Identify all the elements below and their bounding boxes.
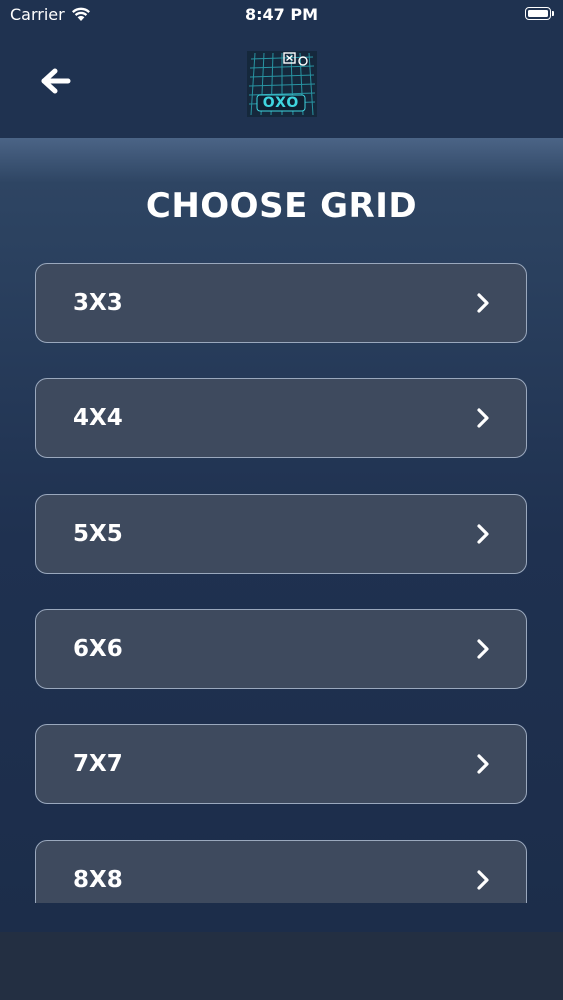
grid-option-4x4[interactable]: 4X4 bbox=[35, 378, 527, 458]
chevron-right-icon bbox=[476, 523, 490, 545]
bottom-bar bbox=[0, 932, 563, 1000]
chevron-right-icon bbox=[476, 753, 490, 775]
grid-option-list: 3X3 4X4 5X5 6X6 7X7 8X8 bbox=[0, 263, 563, 903]
chevron-right-icon bbox=[476, 292, 490, 314]
grid-option-label: 8X8 bbox=[73, 867, 123, 893]
status-time: 8:47 PM bbox=[244, 5, 318, 24]
grid-option-7x7[interactable]: 7X7 bbox=[35, 724, 527, 804]
status-bar: Carrier 8:47 PM bbox=[0, 0, 563, 30]
chevron-right-icon bbox=[476, 869, 490, 891]
nav-bar: OXO bbox=[0, 30, 563, 138]
arrow-left-icon bbox=[41, 68, 71, 98]
chevron-right-icon bbox=[476, 638, 490, 660]
page-title: CHOOSE GRID bbox=[145, 186, 418, 226]
grid-option-8x8[interactable]: 8X8 bbox=[35, 840, 527, 903]
app-logo: OXO bbox=[247, 51, 317, 117]
grid-option-5x5[interactable]: 5X5 bbox=[35, 494, 527, 574]
grid-option-3x3[interactable]: 3X3 bbox=[35, 263, 527, 343]
main-content: CHOOSE GRID 3X3 4X4 5X5 6X6 7X7 8X8 bbox=[0, 138, 563, 932]
battery-icon bbox=[525, 7, 554, 20]
grid-option-label: 4X4 bbox=[73, 405, 123, 431]
back-button[interactable] bbox=[38, 68, 74, 98]
grid-option-6x6[interactable]: 6X6 bbox=[35, 609, 527, 689]
grid-option-label: 7X7 bbox=[73, 751, 123, 777]
logo-text: OXO bbox=[262, 95, 300, 111]
grid-option-label: 6X6 bbox=[73, 636, 123, 662]
chevron-right-icon bbox=[476, 407, 490, 429]
grid-option-label: 3X3 bbox=[73, 290, 123, 316]
grid-option-label: 5X5 bbox=[73, 521, 123, 547]
